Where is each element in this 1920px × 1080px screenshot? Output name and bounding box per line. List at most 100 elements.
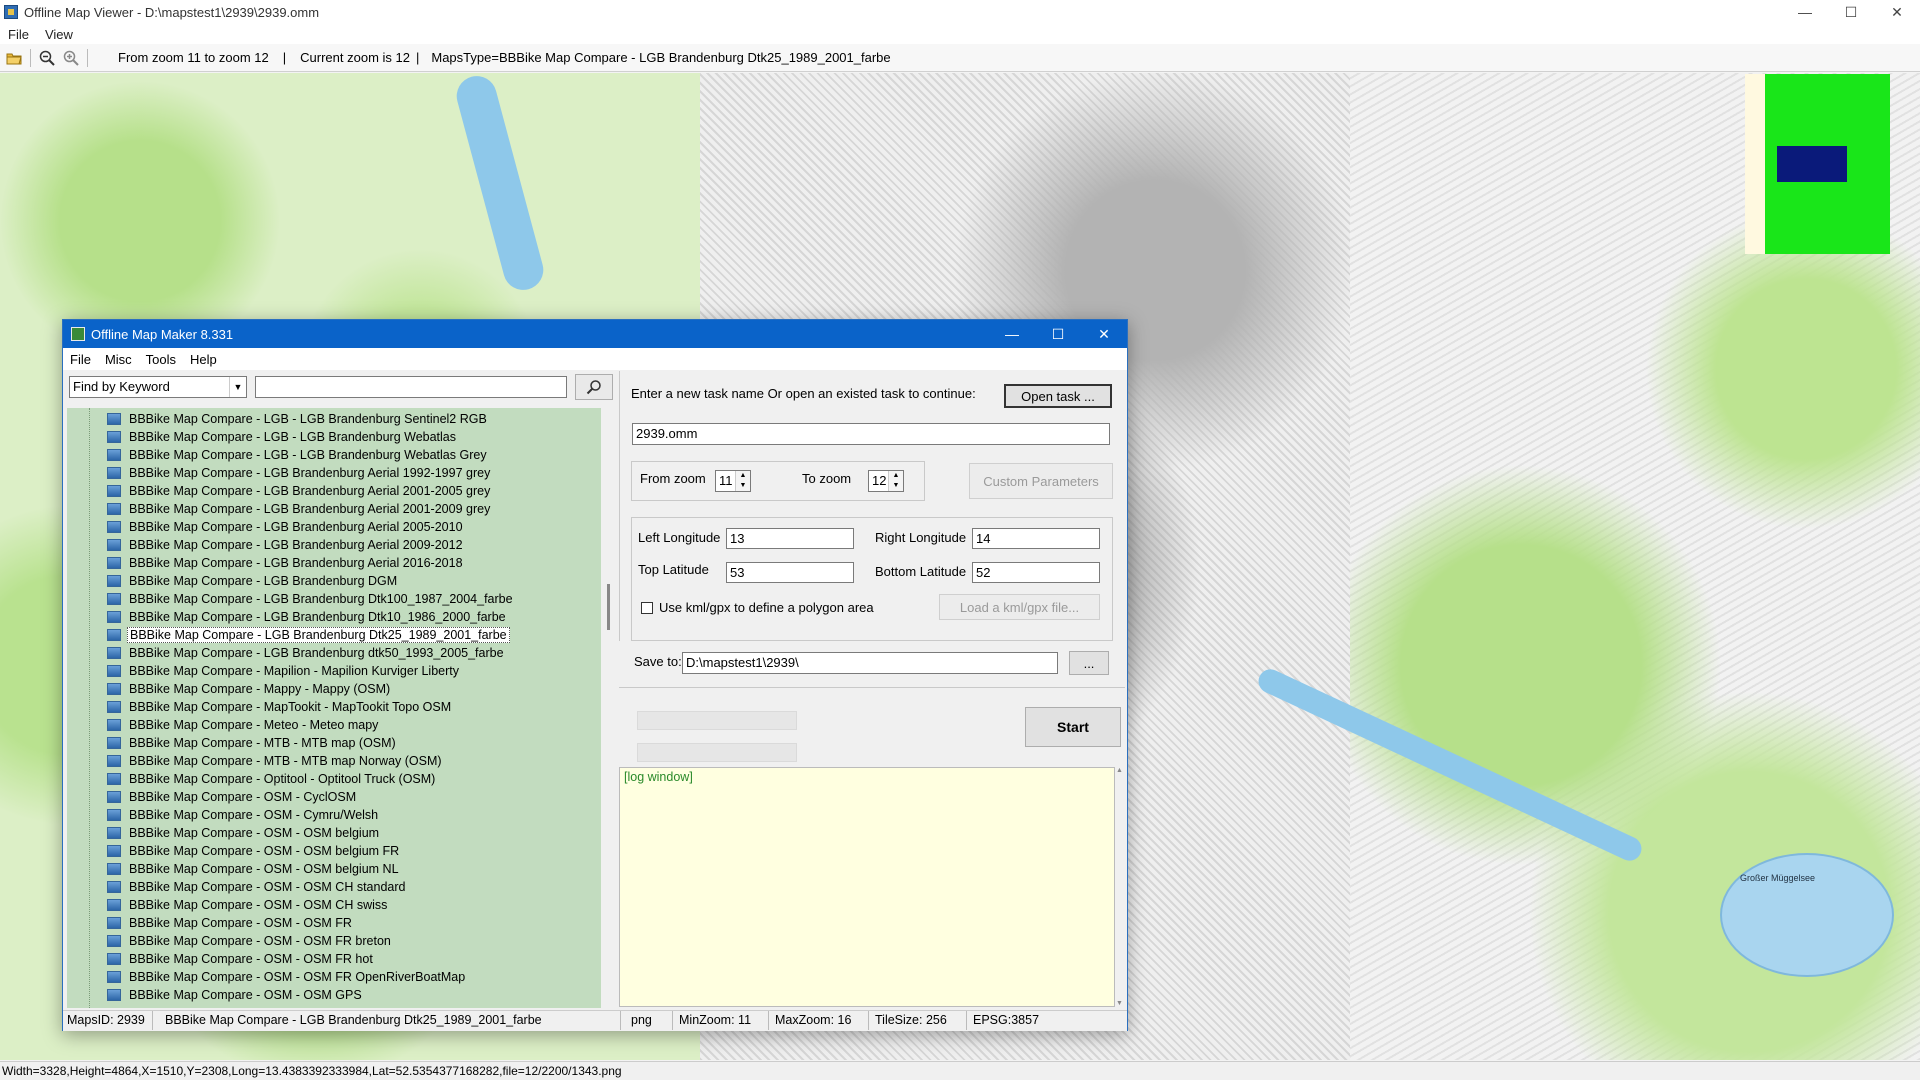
task-name-input[interactable]: 2939.omm [632, 423, 1110, 445]
dialog-menu-misc[interactable]: Misc [98, 352, 139, 367]
close-button[interactable]: ✕ [1874, 0, 1920, 24]
map-tile-icon [107, 863, 121, 875]
dialog-minimize-button[interactable]: — [989, 320, 1035, 348]
tree-item[interactable]: BBBike Map Compare - Mappy - Mappy (OSM) [67, 680, 392, 698]
bottom-latitude-input[interactable]: 52 [972, 562, 1100, 583]
kml-checkbox[interactable] [641, 602, 653, 614]
start-button[interactable]: Start [1025, 707, 1121, 747]
tree-item[interactable]: BBBike Map Compare - LGB Brandenburg Aer… [67, 554, 465, 572]
tree-scrollbar[interactable] [603, 408, 615, 1008]
scroll-down-icon[interactable]: ▼ [1116, 1000, 1123, 1007]
status-maps-id: MapsID: 2939 [63, 1011, 153, 1030]
tree-item[interactable]: BBBike Map Compare - LGB Brandenburg Dtk… [67, 608, 508, 626]
maps-tree[interactable]: BBBike Map Compare - LGB - LGB Brandenbu… [67, 408, 601, 1008]
tree-item[interactable]: BBBike Map Compare - OSM - OSM GPS [67, 986, 364, 1004]
tree-item[interactable]: BBBike Map Compare - LGB Brandenburg Aer… [67, 518, 465, 536]
tree-item[interactable]: BBBike Map Compare - OSM - OSM FR OpenRi… [67, 968, 467, 986]
tree-item-label: BBBike Map Compare - LGB Brandenburg Aer… [129, 502, 491, 516]
map-tile-icon [107, 557, 121, 569]
left-longitude-input[interactable]: 13 [726, 528, 854, 549]
log-scrollbar[interactable]: ▲ ▼ [1115, 767, 1125, 1007]
map-tile-icon [107, 701, 121, 713]
log-window[interactable]: [log window] [619, 767, 1115, 1007]
tree-item[interactable]: BBBike Map Compare - LGB - LGB Brandenbu… [67, 428, 458, 446]
tree-item[interactable]: BBBike Map Compare - OSM - OSM CH swiss [67, 896, 389, 914]
tree-item[interactable]: BBBike Map Compare - OSM - OSM belgium F… [67, 842, 401, 860]
chevron-down-icon[interactable]: ▼ [229, 377, 246, 397]
search-button[interactable] [575, 374, 613, 400]
zoom-out-icon[interactable] [37, 48, 57, 68]
top-latitude-input[interactable]: 53 [726, 562, 854, 583]
tree-item[interactable]: BBBike Map Compare - LGB - LGB Brandenbu… [67, 446, 489, 464]
tree-item[interactable]: BBBike Map Compare - OSM - OSM CH standa… [67, 878, 407, 896]
tree-item-label: BBBike Map Compare - MapTookit - MapTook… [129, 700, 452, 714]
to-zoom-spinner[interactable]: 12 ▲ ▼ [868, 470, 904, 492]
kml-checkbox-label: Use kml/gpx to define a polygon area [659, 600, 874, 615]
tree-item[interactable]: BBBike Map Compare - LGB Brandenburg dtk… [67, 644, 506, 662]
dialog-menu-file[interactable]: File [63, 352, 98, 367]
tree-item-label: BBBike Map Compare - LGB Brandenburg DGM [129, 574, 398, 588]
tree-item[interactable]: BBBike Map Compare - Meteo - Meteo mapy [67, 716, 380, 734]
menu-file[interactable]: File [0, 27, 37, 42]
tree-item[interactable]: BBBike Map Compare - LGB - LGB Brandenbu… [67, 410, 489, 428]
save-to-input[interactable]: D:\mapstest1\2939\ [682, 652, 1058, 674]
dialog-menu-tools[interactable]: Tools [139, 352, 183, 367]
tree-item[interactable]: BBBike Map Compare - OSM - OSM FR breton [67, 932, 393, 950]
scroll-up-icon[interactable]: ▲ [1116, 767, 1123, 774]
from-zoom-spinner[interactable]: 11 ▲ ▼ [715, 470, 751, 492]
bottom-latitude-label: Bottom Latitude [875, 564, 967, 579]
tree-item[interactable]: BBBike Map Compare - OSM - OSM FR hot [67, 950, 375, 968]
overview-minimap[interactable] [1765, 74, 1890, 254]
tree-item[interactable]: BBBike Map Compare - OSM - Cymru/Welsh [67, 806, 380, 824]
map-tile-icon [107, 917, 121, 929]
map-tile-icon [107, 539, 121, 551]
dialog-maximize-button[interactable]: ☐ [1035, 320, 1081, 348]
menu-view[interactable]: View [37, 27, 81, 42]
tree-item[interactable]: BBBike Map Compare - Mapilion - Mapilion… [67, 662, 461, 680]
tree-item[interactable]: BBBike Map Compare - MTB - MTB map Norwa… [67, 752, 444, 770]
tree-item-label: BBBike Map Compare - OSM - OSM belgium N… [129, 862, 399, 876]
map-tile-icon [107, 773, 121, 785]
tree-item[interactable]: BBBike Map Compare - LGB Brandenburg Dtk… [67, 626, 510, 644]
spinner-arrows-icon[interactable]: ▲ ▼ [888, 471, 903, 491]
dialog-menu-help[interactable]: Help [183, 352, 224, 367]
map-tile-icon [107, 827, 121, 839]
scrollbar-thumb[interactable] [607, 584, 610, 630]
tree-item[interactable]: BBBike Map Compare - OSM - CyclOSM [67, 788, 358, 806]
to-zoom-value: 12 [872, 473, 887, 488]
divider-text: | [415, 50, 420, 65]
to-zoom-label: To zoom [802, 471, 852, 486]
overview-viewport[interactable] [1777, 146, 1847, 182]
tree-item[interactable]: BBBike Map Compare - LGB Brandenburg Aer… [67, 464, 492, 482]
dialog-title: Offline Map Maker 8.331 [91, 326, 234, 342]
tree-item-label: BBBike Map Compare - LGB Brandenburg Aer… [129, 484, 491, 498]
tree-item[interactable]: BBBike Map Compare - OSM - OSM FR [67, 914, 354, 932]
browse-button[interactable]: ... [1069, 651, 1109, 675]
zoom-in-icon[interactable] [61, 48, 81, 68]
tree-item[interactable]: BBBike Map Compare - OSM - OSM belgium N… [67, 860, 401, 878]
open-folder-icon[interactable] [4, 48, 24, 68]
maximize-button[interactable]: ☐ [1828, 0, 1874, 24]
map-tile-icon [107, 935, 121, 947]
spinner-arrows-icon[interactable]: ▲ ▼ [735, 471, 750, 491]
minimize-button[interactable]: — [1782, 0, 1828, 24]
tree-item[interactable]: BBBike Map Compare - LGB Brandenburg Aer… [67, 482, 492, 500]
tree-item[interactable]: BBBike Map Compare - MTB - MTB map (OSM) [67, 734, 398, 752]
search-mode-select[interactable]: Find by Keyword ▼ [69, 376, 247, 398]
load-kml-button[interactable]: Load a kml/gpx file... [939, 594, 1100, 620]
tree-item[interactable]: BBBike Map Compare - Optitool - Optitool… [67, 770, 437, 788]
tree-item[interactable]: BBBike Map Compare - LGB Brandenburg DGM [67, 572, 399, 590]
maps-type-text: MapsType=BBBike Map Compare - LGB Brande… [431, 50, 891, 65]
dialog-close-button[interactable]: ✕ [1081, 320, 1127, 348]
tree-item-label: BBBike Map Compare - LGB Brandenburg dtk… [129, 646, 504, 660]
tree-item[interactable]: BBBike Map Compare - LGB Brandenburg Dtk… [67, 590, 515, 608]
search-input[interactable] [255, 376, 567, 398]
lake [1720, 853, 1894, 977]
tree-item[interactable]: BBBike Map Compare - OSM - OSM belgium [67, 824, 381, 842]
open-task-button[interactable]: Open task ... [1004, 384, 1112, 408]
tree-item[interactable]: BBBike Map Compare - MapTookit - MapTook… [67, 698, 453, 716]
tree-item[interactable]: BBBike Map Compare - LGB Brandenburg Aer… [67, 536, 465, 554]
custom-parameters-button[interactable]: Custom Parameters [969, 463, 1113, 499]
tree-item[interactable]: BBBike Map Compare - LGB Brandenburg Aer… [67, 500, 492, 518]
right-longitude-input[interactable]: 14 [972, 528, 1100, 549]
